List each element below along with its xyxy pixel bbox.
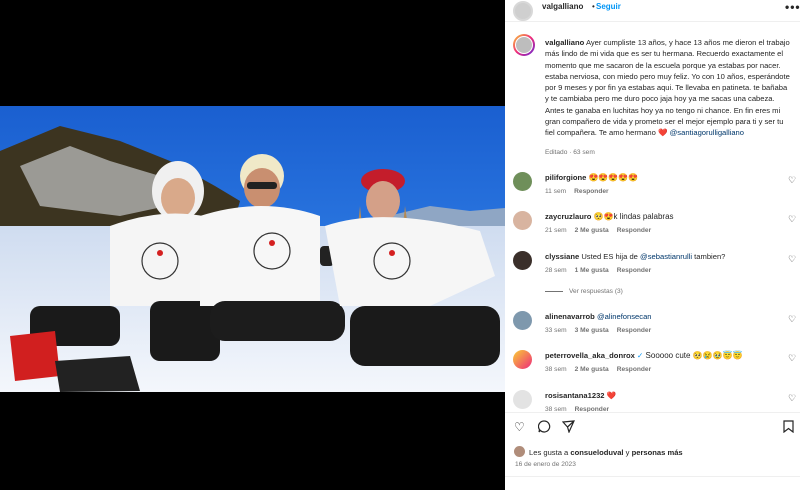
likes-prefix: Les gusta a bbox=[529, 448, 571, 457]
more-options-icon[interactable]: ••• bbox=[785, 0, 800, 14]
comment-time: 11 sem bbox=[545, 188, 567, 195]
share-icon[interactable] bbox=[561, 420, 575, 436]
comment-text: Usted ES hija de bbox=[581, 252, 641, 261]
comment-meta: 28 sem 1 Me gusta Responder bbox=[545, 267, 651, 274]
comment-time: 38 sem bbox=[545, 366, 567, 373]
comment-reply-button[interactable]: Responder bbox=[617, 327, 651, 334]
comment-body: peterrovella_aka_donrox ✓ Sooooo cute 🥺😢… bbox=[545, 351, 785, 360]
comment-username[interactable]: clyssiane bbox=[545, 252, 579, 261]
likes-summary: Les gusta a consueloduval y personas más bbox=[529, 448, 683, 457]
comment-meta: 21 sem 2 Me gusta Responder bbox=[545, 227, 651, 234]
instagram-post-view: valgalliano • Seguir ••• valgalliano Aye… bbox=[0, 0, 800, 490]
comment-like-heart-icon[interactable]: ♡ bbox=[788, 175, 796, 186]
comment-time: 28 sem bbox=[545, 267, 567, 274]
comment-reply-button[interactable]: Responder bbox=[617, 267, 651, 274]
bookmark-icon[interactable] bbox=[783, 420, 794, 436]
post-date: 16 de enero de 2023 bbox=[515, 461, 576, 468]
comment-username[interactable]: piliforgione bbox=[545, 173, 586, 182]
caption-mention[interactable]: @santiagorulligalliano bbox=[670, 128, 744, 137]
comment-reply-button[interactable]: Responder bbox=[574, 188, 608, 195]
comment-mention[interactable]: @sebastianrulli bbox=[640, 252, 692, 261]
comment-text: 🥺😍k lindas palabras bbox=[593, 212, 674, 221]
comment-likes[interactable]: 2 Me gusta bbox=[575, 366, 609, 373]
comment-like-heart-icon[interactable]: ♡ bbox=[788, 254, 796, 265]
media-panel bbox=[0, 0, 505, 490]
view-replies-button[interactable]: Ver respuestas (3) bbox=[545, 288, 623, 295]
post-photo[interactable] bbox=[0, 106, 505, 392]
comment-meta: 33 sem 3 Me gusta Responder bbox=[545, 327, 651, 334]
comment-username[interactable]: zaycruzlauro bbox=[545, 212, 591, 221]
liker-avatar[interactable] bbox=[514, 446, 525, 457]
comment-like-heart-icon[interactable]: ♡ bbox=[788, 214, 796, 225]
caption-meta: Editado · 63 sem bbox=[545, 149, 595, 156]
comment-body: clyssiane Usted ES hija de @sebastianrul… bbox=[545, 252, 785, 261]
comment-body: zaycruzlauro 🥺😍k lindas palabras bbox=[545, 212, 785, 221]
comment-likes[interactable]: 2 Me gusta bbox=[575, 227, 609, 234]
likes-others[interactable]: personas más bbox=[632, 448, 683, 457]
comment-text: Sooooo cute 🥺😢🥹😇😇 bbox=[645, 351, 743, 360]
comment-avatar[interactable] bbox=[513, 172, 532, 191]
comment-text: ❤️ bbox=[606, 391, 617, 400]
comment-avatar[interactable] bbox=[513, 390, 532, 409]
comment-time: 33 sem bbox=[545, 327, 567, 334]
comment-text: 😍😍😍😍😍 bbox=[588, 173, 639, 182]
comment-likes[interactable]: 3 Me gusta bbox=[575, 327, 609, 334]
follow-button[interactable]: Seguir bbox=[596, 2, 621, 11]
comment-time: 21 sem bbox=[545, 227, 567, 234]
comment-likes[interactable]: 1 Me gusta bbox=[575, 267, 609, 274]
comment-username[interactable]: rosisantana1232 bbox=[545, 391, 605, 400]
caption-username[interactable]: valgalliano bbox=[545, 38, 584, 47]
comment-like-heart-icon[interactable]: ♡ bbox=[788, 353, 796, 364]
author-username[interactable]: valgalliano bbox=[542, 2, 583, 11]
comment-icon[interactable] bbox=[537, 420, 551, 436]
comment-username[interactable]: alinenavarrob bbox=[545, 312, 595, 321]
comment-body: rosisantana1232 ❤️ bbox=[545, 391, 785, 400]
comment-reply-button[interactable]: Responder bbox=[617, 366, 651, 373]
verified-badge-icon: ✓ bbox=[637, 351, 644, 360]
comment-avatar[interactable] bbox=[513, 251, 532, 270]
details-panel: valgalliano • Seguir ••• valgalliano Aye… bbox=[505, 0, 800, 490]
comment-meta: 38 sem 2 Me gusta Responder bbox=[545, 366, 651, 373]
author-avatar[interactable] bbox=[513, 1, 533, 21]
comment-like-heart-icon[interactable]: ♡ bbox=[788, 393, 796, 404]
caption-text: Ayer cumpliste 13 años, y hace 13 años m… bbox=[545, 38, 790, 138]
caption-heart-emoji: ❤️ bbox=[658, 128, 668, 138]
comment-like-heart-icon[interactable]: ♡ bbox=[788, 314, 796, 325]
post-header: valgalliano • Seguir ••• bbox=[505, 0, 800, 22]
caption-avatar-image bbox=[515, 36, 533, 54]
caption-avatar[interactable] bbox=[513, 34, 535, 56]
comment-meta: 11 sem Responder bbox=[545, 188, 609, 195]
comment-reply-button[interactable]: Responder bbox=[617, 227, 651, 234]
comment-avatar[interactable] bbox=[513, 350, 532, 369]
comment-mention[interactable]: @alinefonsecan bbox=[597, 312, 652, 321]
comment-text-end: tambien? bbox=[692, 252, 726, 261]
comment-body: piliforgione 😍😍😍😍😍 bbox=[545, 173, 785, 182]
photo-three-friends-snow bbox=[0, 106, 505, 392]
post-caption: valgalliano Ayer cumpliste 13 años, y ha… bbox=[545, 37, 790, 139]
replies-label: Ver respuestas (3) bbox=[569, 288, 623, 295]
heart-icon[interactable]: ♡ bbox=[514, 420, 525, 434]
likes-user[interactable]: consueloduval bbox=[570, 448, 623, 457]
divider bbox=[505, 476, 800, 477]
comment-username[interactable]: peterrovella_aka_donrox bbox=[545, 351, 635, 360]
replies-line bbox=[545, 291, 563, 292]
likes-connector: y bbox=[623, 448, 632, 457]
comment-avatar[interactable] bbox=[513, 311, 532, 330]
header-separator: • bbox=[592, 2, 595, 11]
comment-avatar[interactable] bbox=[513, 211, 532, 230]
comment-body: alinenavarrob @alinefonsecan bbox=[545, 312, 785, 321]
